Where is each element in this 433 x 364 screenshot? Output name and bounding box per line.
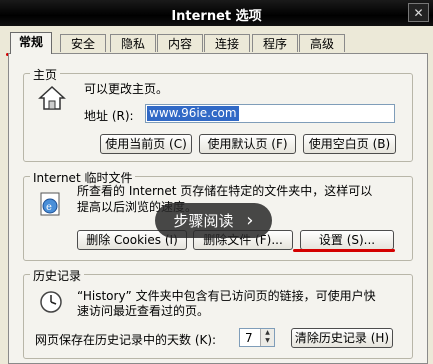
svg-text:e: e [46,202,52,213]
address-label: 地址 (R): [84,109,134,123]
address-value: www.96ie.com [147,106,239,121]
use-current-button[interactable]: 使用当前页 (C) [100,134,192,154]
settings-button[interactable]: 设置 (S)... [300,230,394,250]
step-reading-overlay[interactable]: 步骤阅读 › [155,203,272,238]
internet-options-dialog: Internet 选项 ✕ 常规 安全 隐私 内容 连接 程序 高级 主页 可以… [0,0,433,364]
tab-programs[interactable]: 程序 [252,34,298,52]
chevron-right-icon: › [246,210,254,231]
clear-history-button[interactable]: 清除历史记录 (H) [291,328,393,348]
tab-advanced[interactable]: 高级 [299,34,345,52]
stepper-arrows-icon[interactable]: ▲ ▼ [260,329,274,346]
tab-general[interactable]: 常规 [10,32,52,54]
tab-content[interactable]: 内容 [157,34,203,52]
homepage-group: 主页 可以更改主页。 地址 (R): www.96ie.com 使用当前页 (C… [23,66,413,162]
homepage-description: 可以更改主页。 [84,82,169,96]
history-group: 历史记录 “History” 文件夹中包含有已访问页的链接，可使用户快 速访问最… [23,267,413,359]
tab-strip: 常规 安全 隐私 内容 连接 程序 高级 [8,32,428,54]
history-days-value: 7 [245,331,253,345]
homepage-group-label: 主页 [30,66,61,83]
use-default-button[interactable]: 使用默认页 (F) [199,134,296,154]
address-input[interactable]: www.96ie.com [145,104,395,123]
window-title: Internet 选项 [171,9,262,24]
tab-security[interactable]: 安全 [60,34,106,52]
history-clock-icon [40,291,62,313]
ie-page-icon: e [40,192,60,216]
history-description-line2: 速访问最近查看过的页。 [77,304,210,318]
tab-privacy[interactable]: 隐私 [110,34,156,52]
tab-connections[interactable]: 连接 [204,34,250,52]
home-icon [38,85,66,110]
history-days-stepper[interactable]: 7 ▲ ▼ [239,328,275,347]
title-bar: Internet 选项 ✕ [0,0,433,26]
temp-files-description-line1: 所查看的 Internet 页存储在特定的文件夹中，这样可以 [77,184,373,198]
use-blank-button[interactable]: 使用空白页 (B) [303,134,396,154]
close-button[interactable]: ✕ [408,3,429,22]
history-group-label: 历史记录 [30,267,85,284]
history-days-label: 网页保存在历史记录中的天数 (K): [35,333,217,347]
annotation-underline-settings [293,249,395,252]
overlay-label: 步骤阅读 [173,212,234,230]
